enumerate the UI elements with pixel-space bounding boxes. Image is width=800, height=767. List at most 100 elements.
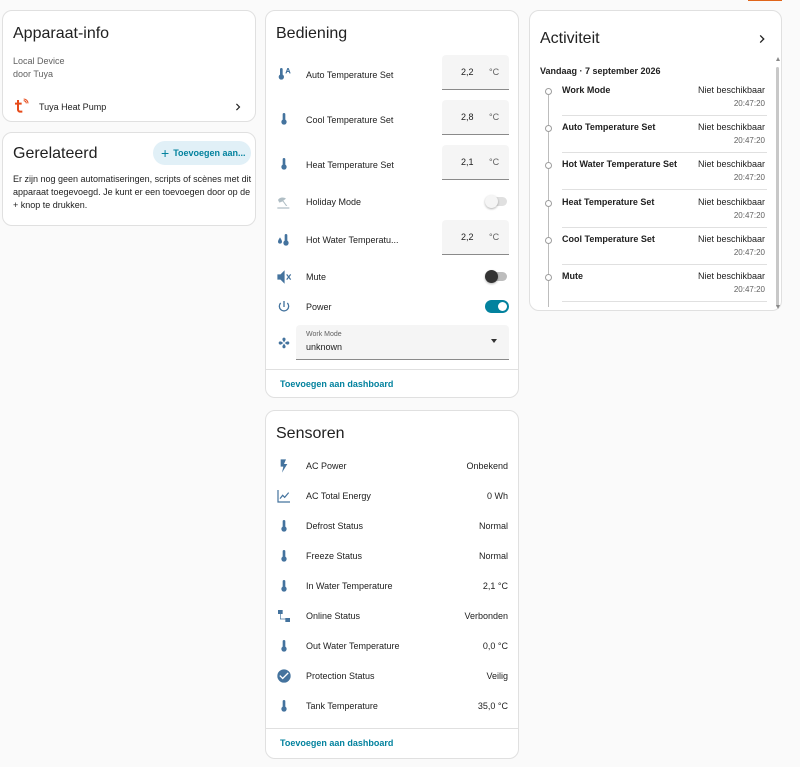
timeline-dot	[545, 125, 552, 132]
water-thermometer-icon	[274, 230, 294, 250]
thermometer-icon	[274, 516, 294, 536]
work-mode-label: Work Mode	[306, 331, 342, 338]
sensors-title: Sensoren	[276, 425, 345, 442]
activity-entry-time: 20:47:20	[733, 99, 765, 108]
sensors-card: Sensoren AC Power Onbekend AC Total Ener…	[265, 410, 519, 759]
divider	[266, 369, 518, 370]
activity-entry-name[interactable]: Auto Temperature Set	[562, 122, 655, 132]
scroll-up-arrow-icon[interactable]	[776, 57, 780, 61]
number-unit: °C	[489, 67, 500, 77]
control-label: Mute	[306, 272, 327, 282]
power-icon	[274, 297, 294, 317]
activity-entry-status: Niet beschikbaar	[697, 122, 765, 132]
activity-card: Activiteit Vandaag · 7 september 2026 Wo…	[529, 10, 782, 311]
activity-entry-status: Niet beschikbaar	[697, 85, 765, 95]
device-model: Local Device	[13, 56, 65, 66]
divider	[562, 115, 767, 116]
divider	[562, 189, 767, 190]
related-title: Gerelateerd	[13, 145, 98, 162]
related-description: Er zijn nog geen automatiseringen, scrip…	[13, 174, 252, 210]
dropdown-arrow-icon	[491, 339, 497, 343]
integration-label: Tuya Heat Pump	[39, 102, 107, 112]
chevron-right-icon[interactable]	[752, 29, 772, 49]
divider	[562, 152, 767, 153]
mute-toggle[interactable]	[485, 270, 509, 283]
add-sensors-to-dashboard-link[interactable]: Toevoegen aan dashboard	[280, 738, 393, 748]
sensor-label: Defrost Status	[306, 521, 364, 531]
volume-off-icon	[274, 267, 294, 287]
activity-entry-status: Niet beschikbaar	[697, 159, 765, 169]
activity-entry-name[interactable]: Mute	[562, 271, 583, 281]
holiday-mode-toggle[interactable]	[485, 195, 509, 208]
thermometer-icon	[274, 576, 294, 596]
power-toggle[interactable]	[485, 300, 509, 313]
device-info-card: Apparaat-info Local Device door Tuya Tuy…	[2, 10, 256, 122]
activity-entry-name[interactable]: Cool Temperature Set	[562, 234, 655, 244]
activity-entry-time: 20:47:20	[733, 285, 765, 294]
control-label: Power	[306, 302, 332, 312]
device-info-title: Apparaat-info	[13, 25, 110, 42]
sensor-value[interactable]: Normal	[479, 521, 508, 531]
scroll-down-arrow-icon[interactable]	[776, 305, 780, 309]
sensor-value[interactable]: 2,1 °C	[483, 581, 508, 591]
number-value: 2,2	[461, 67, 474, 77]
sensor-value[interactable]: Normal	[479, 551, 508, 561]
thermometer-auto-icon	[274, 64, 294, 84]
control-label: Holiday Mode	[306, 197, 362, 207]
sensor-value[interactable]: 0,0 °C	[483, 641, 508, 651]
activity-entry-time: 20:47:20	[733, 173, 765, 182]
control-label: Heat Temperature Set	[306, 160, 394, 170]
control-label: Cool Temperature Set	[306, 115, 394, 125]
divider	[266, 728, 518, 729]
control-label: Hot Water Temperatu...	[306, 235, 399, 245]
activity-entry-name[interactable]: Heat Temperature Set	[562, 197, 654, 207]
thermometer-icon	[274, 636, 294, 656]
tuya-logo-icon	[11, 96, 31, 116]
thermometer-icon	[274, 696, 294, 716]
sensor-value[interactable]: Veilig	[486, 671, 508, 681]
activity-entry-status: Niet beschikbaar	[697, 197, 765, 207]
check-circle-icon	[274, 666, 294, 686]
add-related-label: Toevoegen aan...	[173, 148, 246, 158]
scrollbar-thumb[interactable]	[776, 67, 779, 307]
chart-line-icon	[274, 486, 294, 506]
hvac-icon	[274, 333, 294, 353]
sensor-label: Protection Status	[306, 671, 375, 681]
divider	[562, 264, 767, 265]
hot-water-temperature-input[interactable]: 2,2 °C	[442, 220, 509, 255]
controls-card: Bediening Auto Temperature Set 2,2 °C Co…	[265, 10, 519, 398]
divider	[562, 227, 767, 228]
thermometer-icon	[274, 109, 294, 129]
timeline-dot	[545, 162, 552, 169]
divider	[562, 301, 767, 302]
chevron-right-icon	[228, 97, 248, 117]
activity-entry-name[interactable]: Work Mode	[562, 85, 610, 95]
controls-title: Bediening	[276, 25, 348, 42]
top-edge-accent	[748, 0, 782, 1]
sensor-value[interactable]: Verbonden	[464, 611, 508, 621]
sensor-value[interactable]: 35,0 °C	[478, 701, 508, 711]
auto-temperature-input[interactable]: 2,2 °C	[442, 55, 509, 90]
sensor-label: Online Status	[306, 611, 361, 621]
activity-scrollbar[interactable]	[776, 57, 779, 307]
work-mode-select[interactable]: Work Mode unknown	[296, 325, 509, 360]
beach-icon	[274, 192, 294, 212]
number-unit: °C	[489, 157, 500, 167]
add-controls-to-dashboard-link[interactable]: Toevoegen aan dashboard	[280, 379, 393, 389]
activity-title: Activiteit	[540, 30, 600, 47]
related-card: Gerelateerd + Toevoegen aan... Er zijn n…	[2, 132, 256, 226]
work-mode-value: unknown	[306, 342, 343, 352]
sensor-value[interactable]: 0 Wh	[487, 491, 508, 501]
activity-entry-time: 20:47:20	[733, 248, 765, 257]
activity-entry-name[interactable]: Hot Water Temperature Set	[562, 159, 677, 169]
add-related-button[interactable]: + Toevoegen aan...	[153, 141, 251, 165]
cool-temperature-input[interactable]: 2,8 °C	[442, 100, 509, 135]
thermometer-icon	[274, 154, 294, 174]
thermometer-icon	[274, 546, 294, 566]
number-value: 2,1	[461, 157, 474, 167]
integration-link[interactable]: Tuya Heat Pump	[3, 93, 257, 119]
sensor-label: Freeze Status	[306, 551, 363, 561]
heat-temperature-input[interactable]: 2,1 °C	[442, 145, 509, 180]
activity-entry-time: 20:47:20	[733, 211, 765, 220]
sensor-value[interactable]: Onbekend	[466, 461, 508, 471]
